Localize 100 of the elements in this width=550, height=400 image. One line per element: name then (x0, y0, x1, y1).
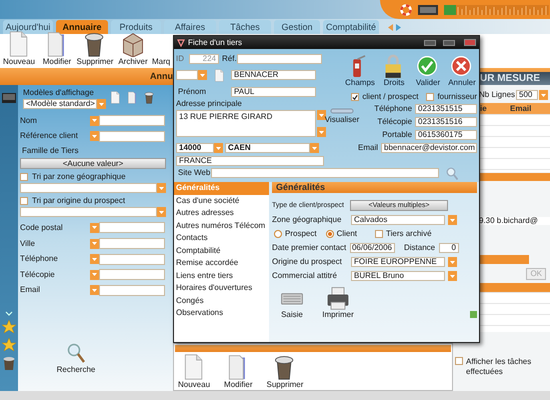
resize-grip[interactable] (470, 311, 478, 318)
text-field[interactable] (99, 115, 165, 126)
dropdown-button[interactable] (90, 254, 99, 264)
dropdown-button[interactable] (90, 116, 99, 126)
dropdown-button[interactable] (317, 110, 326, 120)
tool-button[interactable]: Imprimer (322, 285, 354, 319)
dropdown-button[interactable] (448, 215, 457, 225)
name-field[interactable]: BENNACER (231, 70, 316, 80)
checkbox[interactable] (20, 197, 28, 206)
website-field[interactable] (211, 168, 439, 178)
dropdown-button[interactable] (90, 131, 99, 142)
dropdown-button[interactable] (448, 271, 457, 281)
text-field[interactable] (99, 130, 165, 142)
select-field[interactable]: 14000 (176, 143, 214, 153)
dropdown-button[interactable] (97, 99, 106, 109)
checkbox[interactable] (20, 173, 28, 182)
dropdown-button[interactable] (448, 257, 457, 267)
text-field[interactable] (99, 284, 165, 296)
dropdown-button[interactable] (90, 285, 99, 296)
star-icon[interactable] (2, 338, 16, 352)
window-button[interactable] (443, 40, 455, 46)
text-field[interactable] (99, 269, 165, 280)
select-field[interactable]: FOIRE EUROPPENNE (351, 257, 445, 267)
monitor-icon[interactable] (2, 93, 16, 103)
select-button[interactable]: <Aucune valeur> (20, 158, 166, 170)
column-header[interactable]: ie (480, 104, 508, 112)
star-icon[interactable] (2, 320, 16, 334)
lifebuoy-icon[interactable] (400, 4, 412, 16)
dropdown-button[interactable] (90, 222, 99, 233)
text-field[interactable] (99, 254, 165, 265)
toolbar-button[interactable]: Nouveau (0, 31, 38, 66)
toolbar-button[interactable]: Marq (152, 58, 172, 66)
tab[interactable]: Tâches (219, 20, 271, 34)
dropdown-button[interactable] (157, 183, 166, 194)
radio-button[interactable] (326, 230, 334, 238)
navigation-item[interactable]: Horaires d'ouvertures (174, 282, 269, 294)
navigation-item[interactable]: Liens entre tiers (174, 270, 269, 282)
navigation-item[interactable]: Cas d'une société (174, 194, 269, 207)
date-field[interactable]: 06/06/2006 (350, 243, 395, 253)
checkbox[interactable] (375, 230, 384, 238)
toolbar-button[interactable]: Modifier (222, 354, 254, 389)
next-arrow-icon[interactable] (396, 24, 401, 30)
navigation-item[interactable]: Remise accordée (174, 257, 269, 270)
select-field[interactable] (20, 183, 157, 194)
tab[interactable]: Comptabilité (323, 20, 379, 34)
contact-field[interactable]: 0231351515 (415, 104, 478, 114)
view-button[interactable]: Visualiser (326, 104, 358, 153)
close-button[interactable] (464, 39, 476, 46)
contact-field[interactable]: 0231351516 (415, 117, 478, 127)
action-button[interactable]: Annuler (447, 53, 478, 89)
toolbar-button[interactable]: Modifier (38, 31, 76, 66)
tab[interactable]: Gestion (274, 20, 320, 34)
select-field[interactable]: Calvados (351, 215, 445, 225)
tool-button[interactable]: Saisie (276, 285, 308, 319)
action-button[interactable]: Droits (379, 53, 410, 89)
text-field[interactable] (99, 238, 165, 250)
navigation-item[interactable]: Contacts (174, 232, 269, 244)
select-field[interactable]: 500 (516, 90, 538, 100)
toolbar-button[interactable]: Nouveau (176, 354, 212, 389)
select-field[interactable]: BUREL Bruno (351, 271, 445, 281)
select-field[interactable]: <Modèle standard> (23, 99, 97, 109)
dropdown-button[interactable] (317, 127, 326, 137)
distance-field[interactable]: 0 (439, 243, 459, 253)
checkbox[interactable] (426, 93, 434, 101)
tab[interactable]: Aujourd'hui (3, 20, 53, 34)
first-name-field[interactable]: PAUL (231, 86, 316, 96)
action-button[interactable]: Valider (413, 53, 444, 89)
select-field[interactable]: CAEN (225, 143, 310, 153)
navigation-item[interactable]: Autres adresses (174, 207, 269, 220)
window-button[interactable] (424, 40, 436, 46)
toolbar-button[interactable]: Supprimer (264, 354, 306, 389)
contact-field[interactable]: 0615360175 (415, 130, 478, 140)
text-field[interactable] (99, 222, 165, 234)
text-field[interactable] (237, 54, 322, 64)
dropdown-button[interactable] (539, 90, 548, 100)
dropdown-button[interactable] (310, 143, 319, 153)
previous-arrow-icon[interactable] (388, 24, 393, 30)
navigation-item[interactable]: Congés (174, 294, 269, 307)
navigation-item[interactable]: Observations (174, 307, 269, 320)
radio-button[interactable] (274, 230, 282, 238)
contact-field[interactable]: bbennacer@devistor.com (381, 143, 478, 153)
checkbox[interactable] (351, 93, 360, 101)
tab[interactable]: Affaires (164, 20, 216, 34)
column-header[interactable]: Email (510, 104, 538, 112)
dropdown-button[interactable] (198, 70, 207, 80)
toolbar-button[interactable]: Supprimer (76, 31, 114, 66)
dropdown-button[interactable] (90, 270, 99, 280)
dropdown-button[interactable] (157, 207, 166, 218)
tab[interactable]: Annuaire (56, 20, 108, 34)
select-field[interactable] (20, 207, 157, 218)
toolbar-button[interactable]: Archiver (114, 31, 152, 66)
navigation-item[interactable]: Autres numéros Télécom (174, 220, 269, 232)
navigation-item[interactable]: Comptabilité (174, 244, 269, 257)
search-button[interactable]: Recherche (54, 343, 98, 374)
search-icon[interactable] (446, 166, 458, 180)
address-field[interactable]: 13 RUE PIERRE GIRARD (176, 110, 316, 137)
select-field[interactable] (176, 70, 198, 80)
chevron-icon[interactable] (5, 311, 13, 316)
tab[interactable]: Produits (111, 20, 161, 34)
country-field[interactable]: FRANCE (176, 156, 324, 166)
